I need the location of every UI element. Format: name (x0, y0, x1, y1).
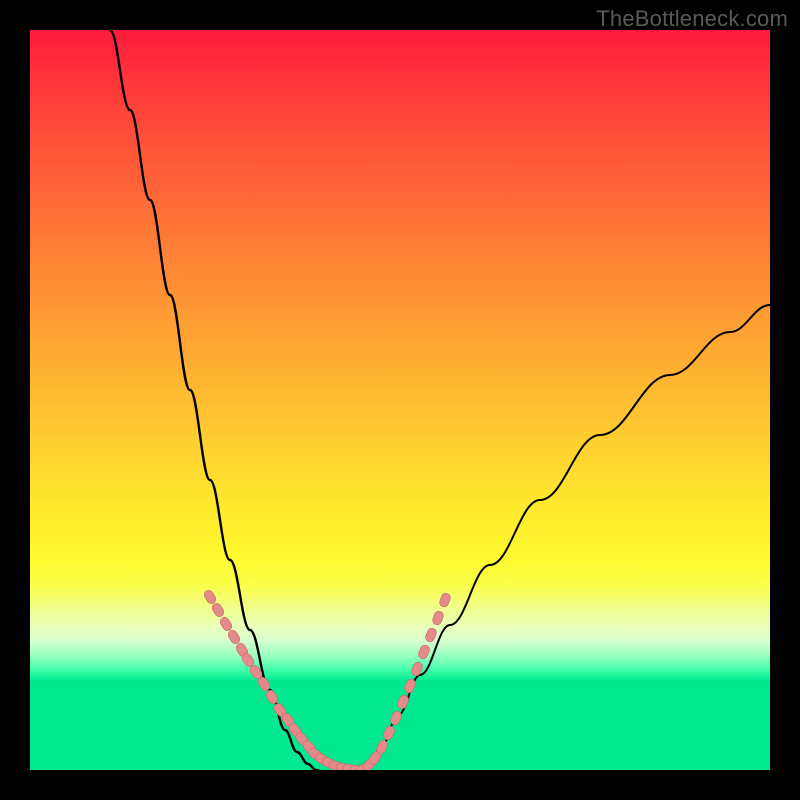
chart-canvas (30, 30, 770, 770)
dotted-marks-left (202, 589, 364, 770)
dot-mark (264, 689, 279, 706)
dot-mark (424, 627, 438, 643)
dot-mark (382, 725, 396, 741)
dot-mark (431, 610, 444, 626)
dot-mark (202, 589, 217, 606)
bottleneck-curve-plot (30, 30, 770, 770)
curve-left-branch (110, 30, 316, 770)
dotted-marks-right (355, 592, 452, 770)
dot-mark (211, 602, 226, 619)
dot-mark (417, 644, 431, 660)
dot-mark (218, 616, 233, 633)
dot-mark (226, 629, 241, 646)
watermark-text: TheBottleneck.com (596, 6, 788, 32)
curve-right-branch (360, 305, 770, 770)
dot-mark (438, 592, 451, 608)
